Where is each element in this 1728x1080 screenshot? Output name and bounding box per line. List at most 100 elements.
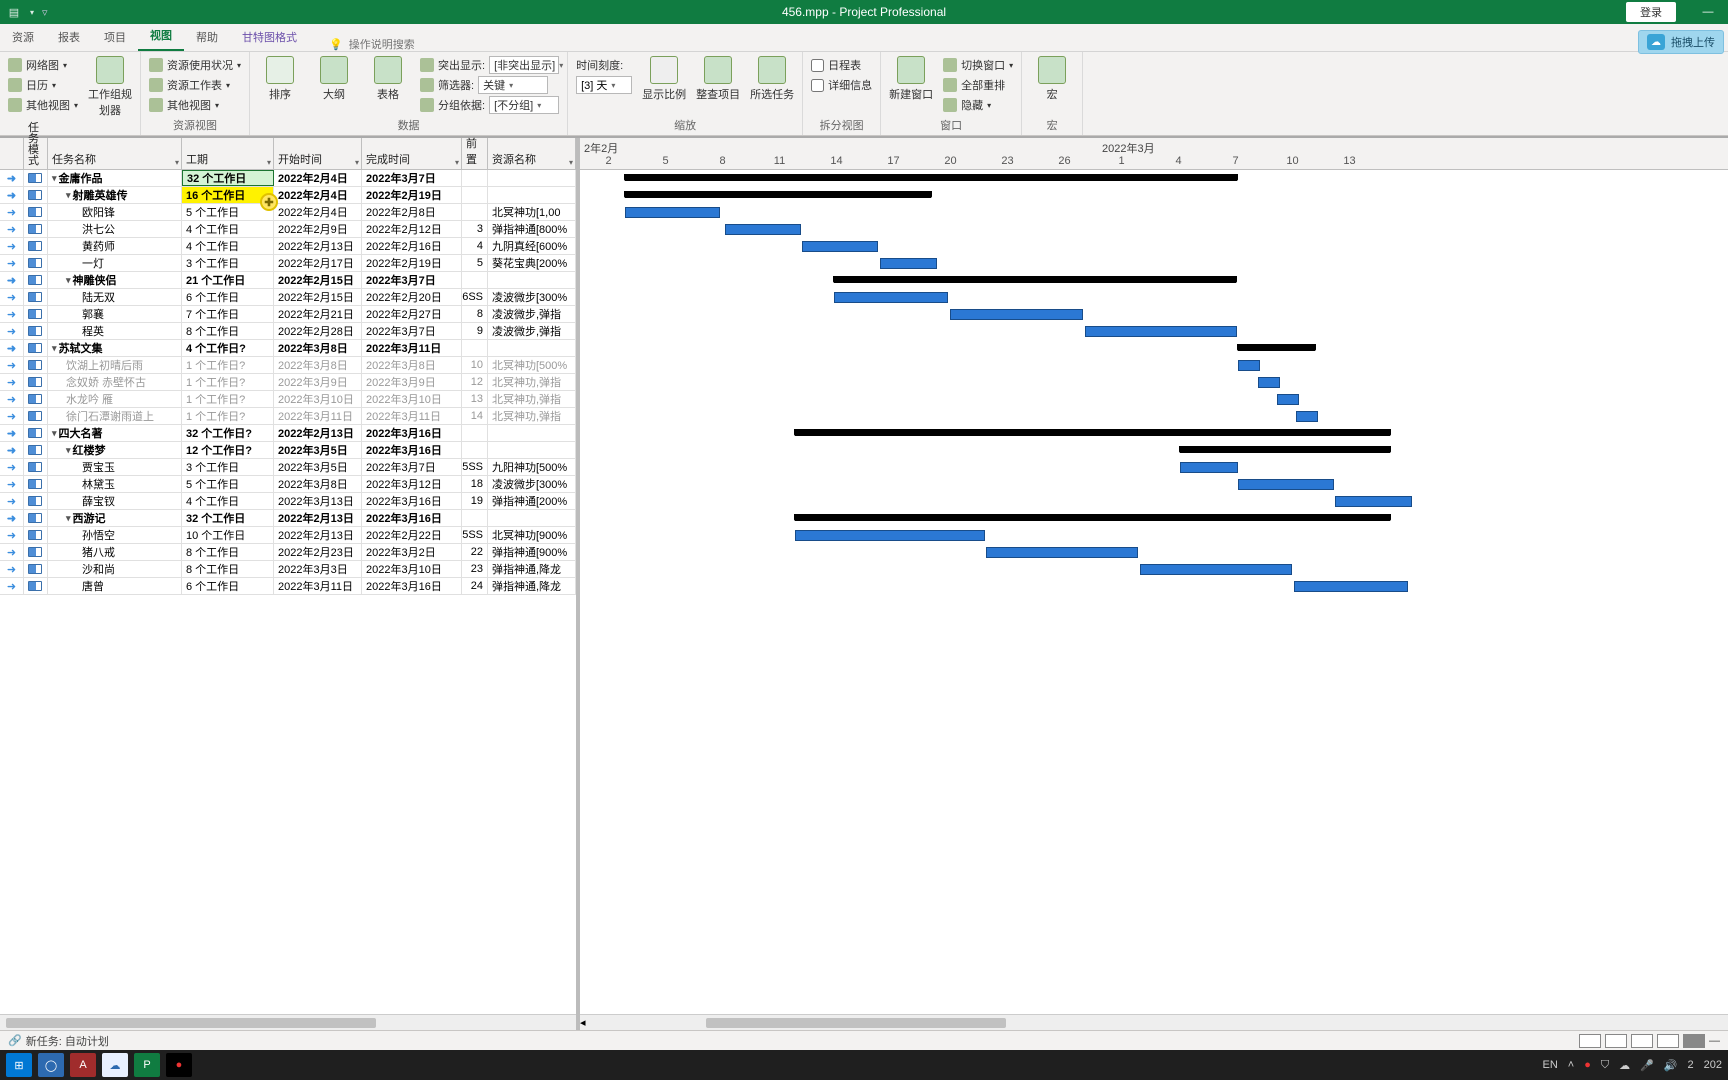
table-row[interactable]: ➜四大名著32 个工作日?2022年2月13日2022年3月16日: [0, 425, 576, 442]
pred-cell[interactable]: [462, 187, 488, 203]
name-cell[interactable]: 薛宝钗: [48, 493, 182, 509]
end-cell[interactable]: 2022年3月8日: [362, 357, 462, 373]
ribbon-item[interactable]: 资源使用状况▾: [149, 56, 241, 74]
switch-window-button[interactable]: 切换窗口▾: [943, 56, 1013, 74]
task-bar[interactable]: [1085, 326, 1237, 337]
res-cell[interactable]: 弹指神通,降龙: [488, 578, 576, 594]
start-cell[interactable]: 2022年3月8日: [274, 340, 362, 356]
end-cell[interactable]: 2022年3月9日: [362, 374, 462, 390]
task-bar[interactable]: [986, 547, 1138, 558]
name-cell[interactable]: 四大名著: [48, 425, 182, 441]
taskbar-cloud[interactable]: ☁: [102, 1053, 128, 1077]
pred-cell[interactable]: 12: [462, 374, 488, 390]
hide-button[interactable]: 隐藏▾: [943, 96, 1013, 114]
view-btn-2[interactable]: [1605, 1034, 1627, 1048]
end-cell[interactable]: 2022年2月16日: [362, 238, 462, 254]
end-cell[interactable]: 2022年2月27日: [362, 306, 462, 322]
tab-report[interactable]: 报表: [46, 23, 92, 51]
start-cell[interactable]: 2022年2月15日: [274, 289, 362, 305]
res-cell[interactable]: [488, 272, 576, 288]
col-name[interactable]: 任务名称▾: [48, 138, 182, 169]
start-cell[interactable]: 2022年2月23日: [274, 544, 362, 560]
col-mode[interactable]: 任务模式: [24, 138, 48, 169]
gantt-chart[interactable]: 2年2月 2022年3月 2581114172023261471013 ◂: [580, 138, 1728, 1030]
start-cell[interactable]: 2022年3月11日: [274, 408, 362, 424]
entire-project-button[interactable]: 整查项目: [696, 56, 740, 102]
table-row[interactable]: ➜苏轼文集4 个工作日?2022年3月8日2022年3月11日: [0, 340, 576, 357]
table-row[interactable]: ➜徐门石潭谢雨道上1 个工作日?2022年3月11日2022年3月11日14北冥…: [0, 408, 576, 425]
system-tray[interactable]: EN ˄ ● ⛉ ☁ 🎤 🔊 2 202: [1542, 1059, 1722, 1072]
pred-cell[interactable]: 23: [462, 561, 488, 577]
end-cell[interactable]: 2022年2月8日: [362, 204, 462, 220]
pred-cell[interactable]: 4: [462, 238, 488, 254]
pred-cell[interactable]: [462, 272, 488, 288]
end-cell[interactable]: 2022年3月10日: [362, 391, 462, 407]
outline-button[interactable]: 大纲: [312, 56, 356, 102]
task-bar[interactable]: [880, 258, 937, 269]
start-cell[interactable]: 2022年3月10日: [274, 391, 362, 407]
taskbar-autocad[interactable]: A: [70, 1053, 96, 1077]
end-cell[interactable]: 2022年2月12日: [362, 221, 462, 237]
name-cell[interactable]: 洪七公: [48, 221, 182, 237]
grid-rows[interactable]: ➜金庸作品32 个工作日2022年2月4日2022年3月7日➜射雕英雄传16 个…: [0, 170, 576, 1014]
taskbar-cortana[interactable]: ◯: [38, 1053, 64, 1077]
pred-cell[interactable]: 5SS: [462, 527, 488, 543]
tab-project[interactable]: 项目: [92, 23, 138, 51]
end-cell[interactable]: 2022年3月16日: [362, 425, 462, 441]
table-button[interactable]: 表格: [366, 56, 410, 102]
res-cell[interactable]: 弹指神通,降龙: [488, 561, 576, 577]
timescale-combo[interactable]: [3] 天▾: [576, 76, 632, 94]
start-cell[interactable]: 2022年2月13日: [274, 425, 362, 441]
name-cell[interactable]: 徐门石潭谢雨道上: [48, 408, 182, 424]
start-cell[interactable]: 2022年2月28日: [274, 323, 362, 339]
start-cell[interactable]: 2022年3月8日: [274, 357, 362, 373]
minimize-button[interactable]: —: [1688, 4, 1728, 20]
tab-view[interactable]: 视图: [138, 21, 184, 51]
end-cell[interactable]: 2022年3月16日: [362, 578, 462, 594]
start-cell[interactable]: 2022年3月11日: [274, 578, 362, 594]
table-row[interactable]: ➜陆无双6 个工作日2022年2月15日2022年2月20日6SS凌波微步[30…: [0, 289, 576, 306]
taskbar-record[interactable]: ●: [166, 1053, 192, 1077]
res-cell[interactable]: 北冥神功[1,00: [488, 204, 576, 220]
name-cell[interactable]: 欧阳锋: [48, 204, 182, 220]
view-btn-3[interactable]: [1631, 1034, 1653, 1048]
task-bar[interactable]: [950, 309, 1083, 320]
end-cell[interactable]: 2022年3月11日: [362, 408, 462, 424]
pred-cell[interactable]: 15SS: [462, 459, 488, 475]
start-cell[interactable]: 2022年2月4日: [274, 187, 362, 203]
table-row[interactable]: ➜射雕英雄传16 个工作日2022年2月4日2022年2月19日: [0, 187, 576, 204]
name-cell[interactable]: 神雕侠侣: [48, 272, 182, 288]
pred-cell[interactable]: 5: [462, 255, 488, 271]
pred-cell[interactable]: [462, 425, 488, 441]
search-input[interactable]: [349, 39, 489, 51]
start-button[interactable]: ⊞: [6, 1053, 32, 1077]
res-cell[interactable]: [488, 510, 576, 526]
summary-bar[interactable]: [795, 514, 1390, 521]
duration-cell[interactable]: 3 个工作日: [182, 255, 274, 271]
name-cell[interactable]: 孙悟空: [48, 527, 182, 543]
name-cell[interactable]: 西游记: [48, 510, 182, 526]
end-cell[interactable]: 2022年3月12日: [362, 476, 462, 492]
name-cell[interactable]: 红楼梦: [48, 442, 182, 458]
summary-bar[interactable]: [1180, 446, 1390, 453]
teamplanner-button[interactable]: 工作组规划器: [88, 56, 132, 118]
start-cell[interactable]: 2022年3月5日: [274, 459, 362, 475]
duration-cell[interactable]: 5 个工作日: [182, 476, 274, 492]
table-row[interactable]: ➜猪八戒8 个工作日2022年2月23日2022年3月2日22弹指神通[900%: [0, 544, 576, 561]
table-row[interactable]: ➜红楼梦12 个工作日?2022年3月5日2022年3月16日: [0, 442, 576, 459]
res-cell[interactable]: 葵花宝典[200%: [488, 255, 576, 271]
summary-bar[interactable]: [625, 174, 1237, 181]
tray-record-icon[interactable]: ●: [1584, 1059, 1591, 1071]
summary-bar[interactable]: [834, 276, 1236, 283]
task-bar[interactable]: [625, 207, 720, 218]
name-cell[interactable]: 林黛玉: [48, 476, 182, 492]
name-cell[interactable]: 陆无双: [48, 289, 182, 305]
res-cell[interactable]: 凌波微步,弹指: [488, 306, 576, 322]
res-cell[interactable]: 弹指神通[800%: [488, 221, 576, 237]
tab-gantt-format[interactable]: 甘特图格式: [230, 23, 309, 51]
col-resource[interactable]: 资源名称▾: [488, 138, 576, 169]
duration-cell[interactable]: 4 个工作日: [182, 221, 274, 237]
ribbon-item[interactable]: 资源工作表▾: [149, 76, 241, 94]
duration-cell[interactable]: 8 个工作日: [182, 561, 274, 577]
end-cell[interactable]: 2022年3月7日: [362, 272, 462, 288]
